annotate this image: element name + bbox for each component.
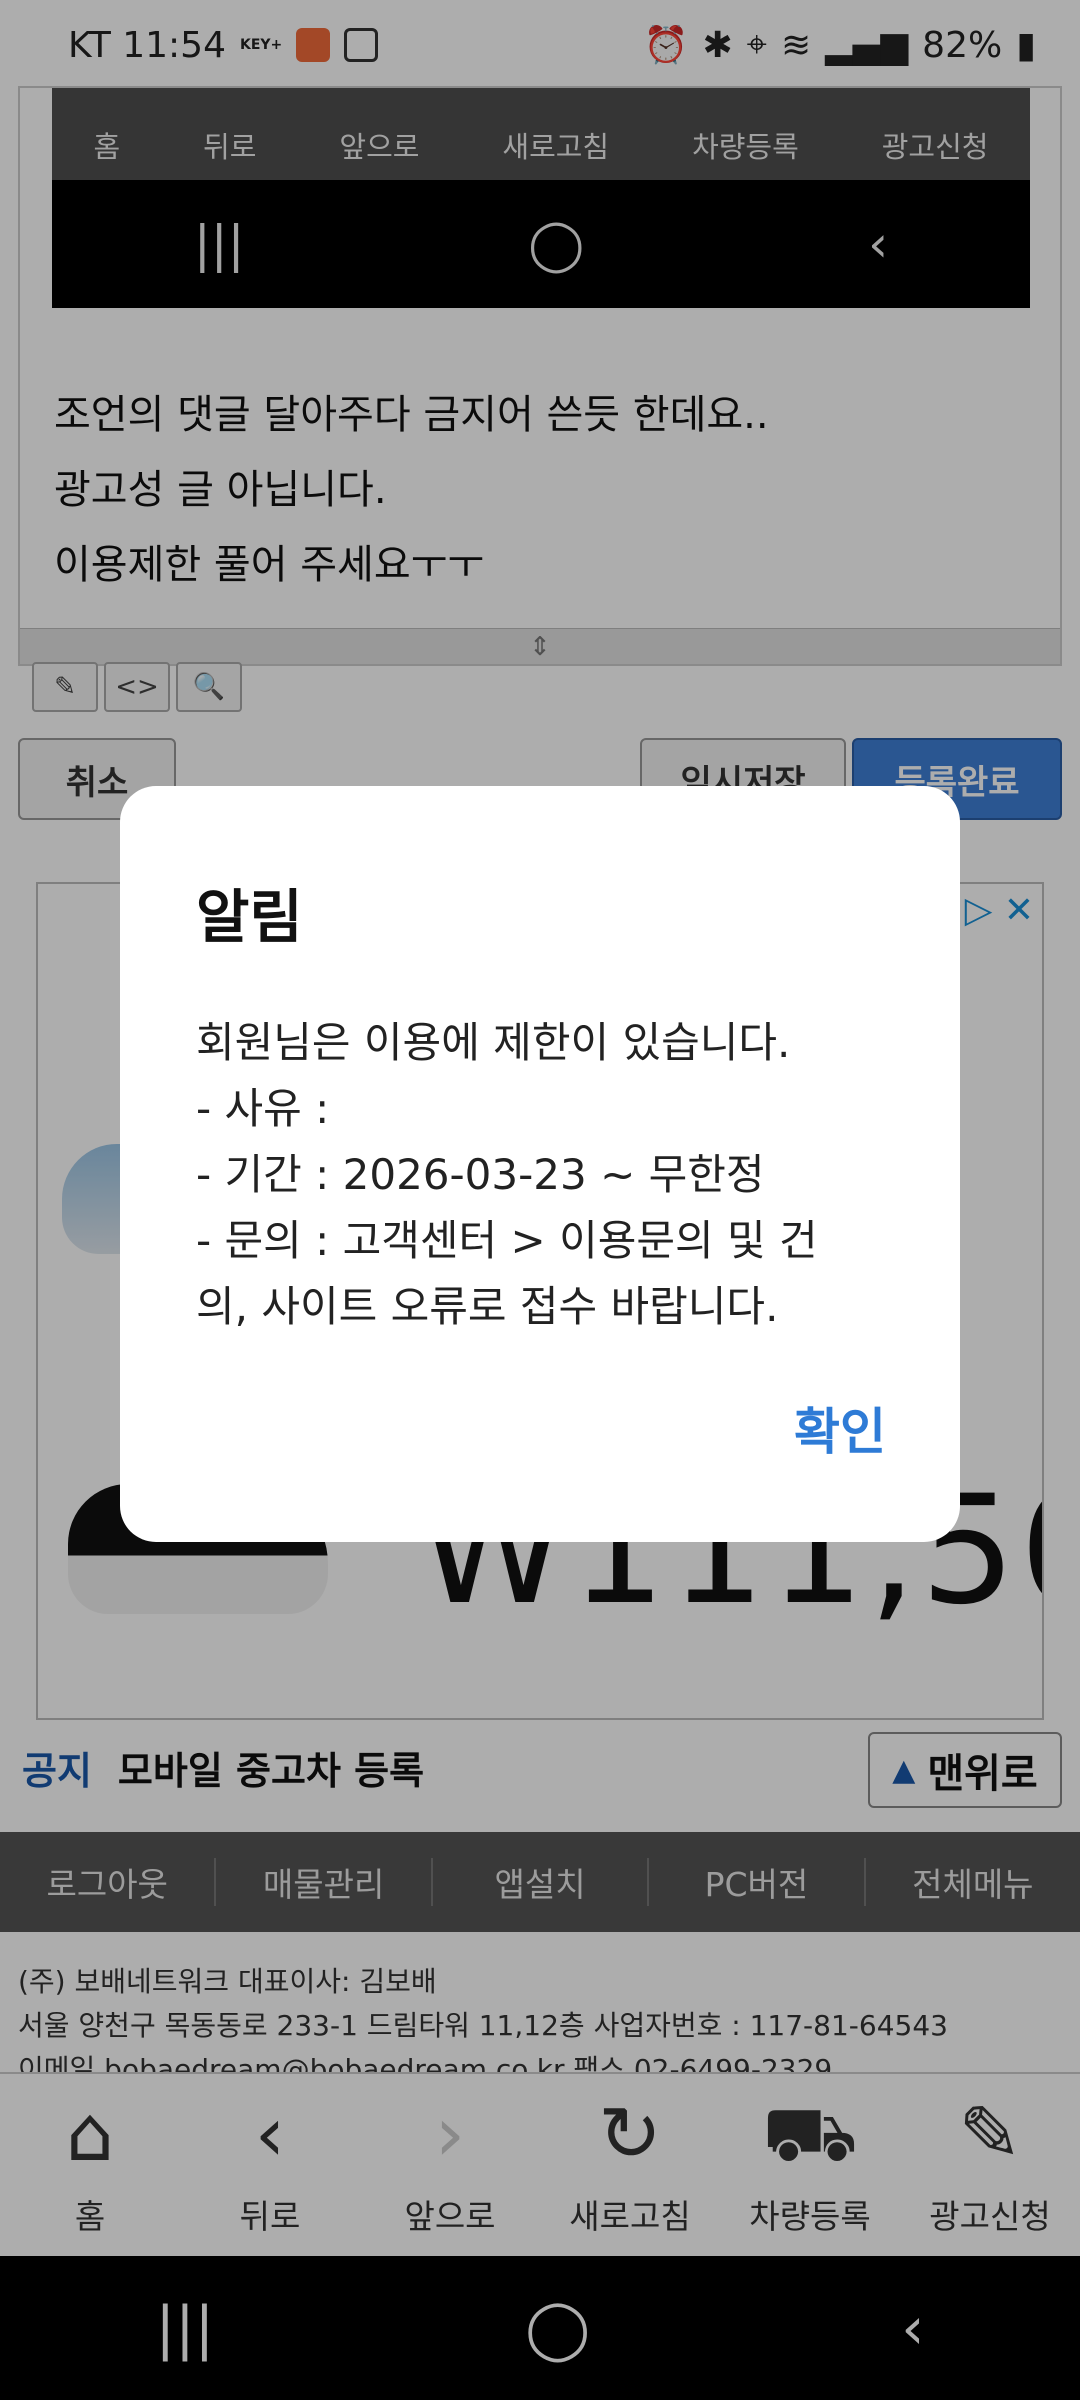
dialog-line: - 문의 : 고객센터 > 이용문의 및 건 — [196, 1216, 818, 1265]
dialog-line: 회원님은 이용에 제한이 있습니다. — [196, 1018, 791, 1067]
dialog-line: - 사유 : — [196, 1084, 330, 1133]
dialog-message: 회원님은 이용에 제한이 있습니다. - 사유 : - 기간 : 2026-03… — [196, 1010, 884, 1340]
dialog-line: - 기간 : 2026-03-23 ~ 무한정 — [196, 1150, 765, 1199]
dialog-line: 의, 사이트 오류로 접수 바랍니다. — [196, 1282, 779, 1331]
dialog-title: 알림 — [196, 883, 303, 951]
confirm-button[interactable]: 확인 — [794, 1392, 886, 1464]
alert-dialog: 알림 회원님은 이용에 제한이 있습니다. - 사유 : - 기간 : 2026… — [120, 786, 960, 1542]
